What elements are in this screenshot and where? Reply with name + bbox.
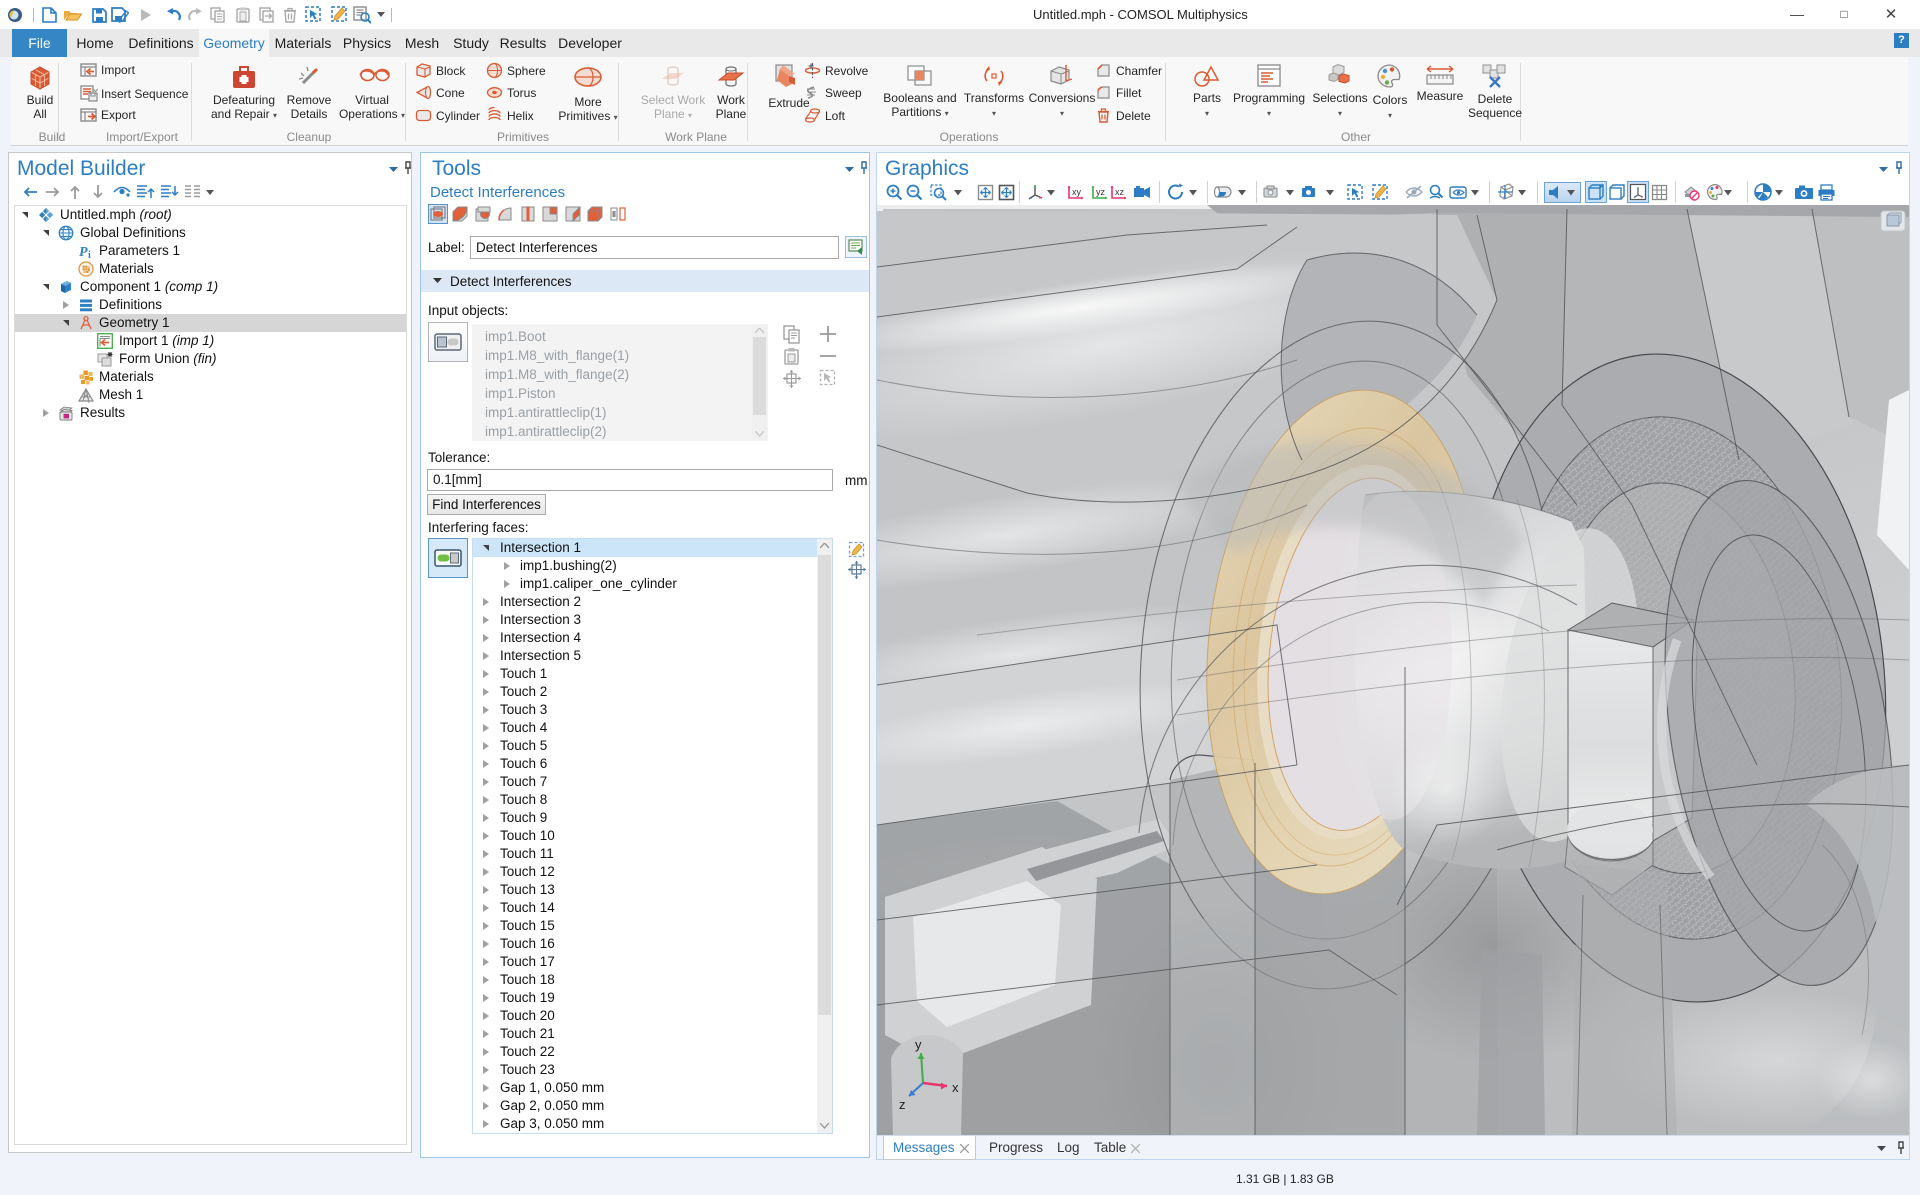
svg-text:xy: xy bbox=[1072, 187, 1082, 197]
svg-text:xz: xz bbox=[1115, 187, 1125, 197]
svg-text:x: x bbox=[952, 1080, 959, 1095]
svg-text:yz: yz bbox=[1096, 187, 1106, 197]
svg-text:y: y bbox=[915, 1037, 922, 1052]
svg-text:z: z bbox=[899, 1097, 906, 1112]
svg-text:P: P bbox=[79, 245, 88, 259]
svg-text:i: i bbox=[88, 250, 91, 259]
